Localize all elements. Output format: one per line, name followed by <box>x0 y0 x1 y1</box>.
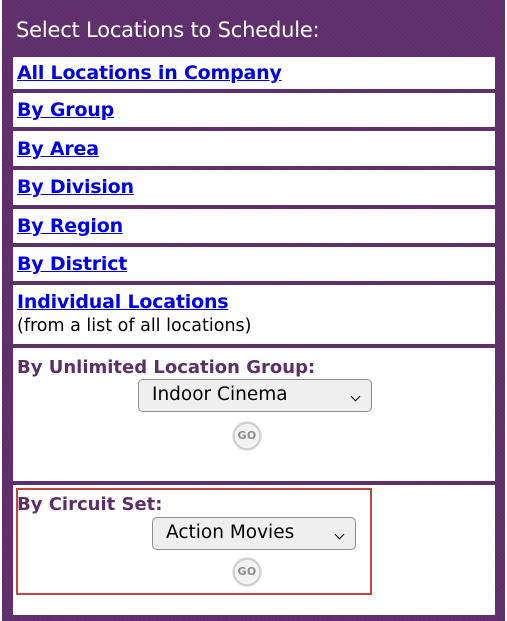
circuit-set-selected-value: Action Movies <box>166 522 295 543</box>
row-individual-locations: Individual Locations (from a list of all… <box>13 285 495 344</box>
row-by-region: By Region <box>13 209 495 243</box>
location-schedule-panel: Select Locations to Schedule: All Locati… <box>2 0 505 621</box>
go-label: GO <box>237 429 257 442</box>
by-group-link[interactable]: By Group <box>17 99 114 121</box>
chevron-down-icon <box>350 391 361 402</box>
all-locations-link[interactable]: All Locations in Company <box>17 62 282 84</box>
unlimited-group-select[interactable]: Indoor Cinema <box>138 379 372 412</box>
row-unlimited-location-group: By Unlimited Location Group: Indoor Cine… <box>13 348 495 481</box>
circuit-set-go-button[interactable]: GO <box>233 558 261 586</box>
row-by-division: By Division <box>13 170 495 205</box>
row-by-group: By Group <box>13 93 495 127</box>
row-all-locations: All Locations in Company <box>13 57 495 89</box>
circuit-set-label: By Circuit Set: <box>17 494 163 515</box>
panel-title: Select Locations to Schedule: <box>16 18 320 42</box>
row-by-district: By District <box>13 247 495 281</box>
go-label: GO <box>237 565 257 578</box>
by-area-link[interactable]: By Area <box>17 138 99 160</box>
unlimited-group-selected-value: Indoor Cinema <box>152 384 288 405</box>
by-district-link[interactable]: By District <box>17 253 127 275</box>
unlimited-group-go-button[interactable]: GO <box>233 422 261 450</box>
row-by-area: By Area <box>13 131 495 166</box>
individual-locations-link[interactable]: Individual Locations <box>17 291 229 313</box>
by-division-link[interactable]: By Division <box>17 176 134 198</box>
by-region-link[interactable]: By Region <box>17 215 123 237</box>
circuit-set-select[interactable]: Action Movies <box>152 517 356 550</box>
row-circuit-set: By Circuit Set: Action Movies GO <box>13 485 495 615</box>
unlimited-group-label: By Unlimited Location Group: <box>17 357 316 378</box>
individual-locations-note: (from a list of all locations) <box>17 316 252 336</box>
chevron-down-icon <box>334 529 345 540</box>
